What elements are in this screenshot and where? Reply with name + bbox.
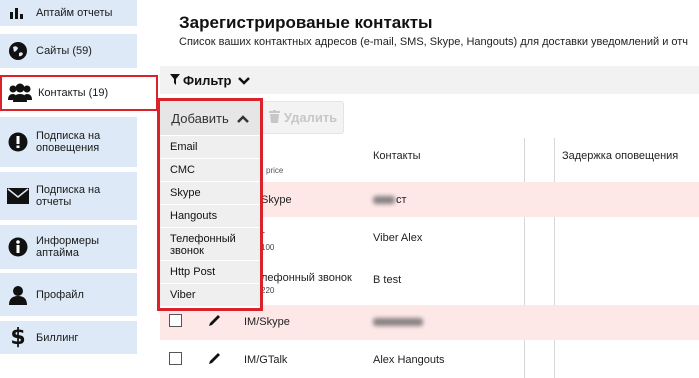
sidebar-item-label: Подписка на отчеты — [36, 184, 101, 208]
type-cell: Skype — [261, 194, 292, 206]
info-icon — [0, 237, 36, 257]
sidebar-item-label: Подписка на оповещения — [36, 130, 101, 154]
menu-item-http-post[interactable]: Http Post — [160, 261, 260, 284]
page-title: Зарегистрированые контакты — [179, 13, 433, 32]
redacted-contact — [373, 318, 423, 326]
sidebar-item-label: Профайл — [36, 288, 84, 301]
menu-item-phone-call[interactable]: Телефонный звонок — [160, 228, 260, 261]
sidebar: Аптайм отчеты Сайты (59) Контакты (19) П… — [0, 0, 158, 378]
menu-item-viber[interactable]: Viber — [160, 284, 260, 307]
alert-icon — [0, 132, 36, 152]
trash-icon — [268, 109, 280, 126]
chevron-down-icon — [237, 73, 250, 88]
sidebar-item-contacts[interactable]: Контакты (19) — [0, 75, 158, 111]
menu-item-sms[interactable]: СМС — [160, 159, 260, 182]
sidebar-item-label: Биллинг — [36, 331, 79, 344]
add-label: Добавить — [171, 110, 229, 126]
sidebar-item-uptime-informers[interactable]: Информеры аптайма — [0, 225, 137, 271]
chevron-up-icon — [236, 111, 249, 126]
contact-cell: ст — [396, 194, 407, 206]
sidebar-item-billing[interactable]: $ Биллинг — [0, 321, 137, 356]
chart-icon — [0, 6, 36, 20]
pencil-icon[interactable] — [208, 351, 222, 368]
type-cell: IM/GTalk — [244, 354, 288, 366]
menu-item-hangouts[interactable]: Hangouts — [160, 205, 260, 228]
contact-cell: Alex Hangouts — [373, 354, 445, 366]
sidebar-item-sites[interactable]: Сайты (59) — [0, 34, 137, 70]
type-cell: IM/Skype — [244, 316, 290, 328]
row-checkbox[interactable] — [169, 314, 182, 327]
sidebar-item-label: Аптайм отчеты — [36, 7, 113, 19]
row-checkbox[interactable] — [169, 352, 182, 365]
page-subtitle: Список ваших контактных адресов (e-mail,… — [179, 36, 689, 48]
funnel-icon — [170, 73, 180, 88]
type-cell: лефонный звонок 220 — [261, 272, 352, 295]
globe-icon — [0, 41, 36, 61]
sidebar-item-label: Контакты (19) — [38, 87, 109, 99]
add-button[interactable]: Добавить — [160, 101, 260, 135]
sidebar-item-label: Сайты (59) — [36, 45, 92, 57]
users-icon — [2, 83, 38, 103]
pencil-icon[interactable] — [208, 313, 222, 330]
type-column-subheader: price — [266, 166, 284, 175]
redacted-contact — [373, 196, 395, 204]
sidebar-item-report-subscription[interactable]: Подписка на отчеты — [0, 172, 137, 222]
sidebar-item-label: Информеры аптайма — [36, 235, 99, 259]
add-options-list: Email СМС Skype Hangouts Телефонный звон… — [160, 136, 260, 307]
menu-item-email[interactable]: Email — [160, 136, 260, 159]
filter-toggle[interactable]: Фильтр — [160, 66, 699, 94]
sidebar-item-profile[interactable]: Профайл — [0, 273, 137, 318]
delete-button[interactable]: Удалить — [262, 101, 344, 134]
user-icon — [0, 285, 36, 305]
delete-label: Удалить — [283, 110, 338, 125]
contact-cell: Viber Alex — [373, 232, 423, 244]
table-row[interactable]: IM/GTalk Alex Hangouts — [160, 343, 699, 378]
menu-item-skype[interactable]: Skype — [160, 182, 260, 205]
type-cell: r 100 — [261, 229, 275, 252]
envelope-icon — [0, 188, 36, 204]
filter-label: Фильтр — [183, 72, 232, 88]
delay-column-header[interactable]: Задержка оповещения — [562, 150, 678, 162]
sidebar-item-uptime-reports[interactable]: Аптайм отчеты — [0, 0, 137, 28]
contact-cell: B test — [373, 274, 402, 286]
add-dropdown-menu: Добавить Email СМС Skype Hangouts Телефо… — [157, 98, 263, 311]
contacts-column-header[interactable]: Контакты — [373, 150, 421, 162]
sidebar-item-alert-subscription[interactable]: Подписка на оповещения — [0, 117, 137, 169]
dollar-icon: $ — [10, 325, 26, 350]
